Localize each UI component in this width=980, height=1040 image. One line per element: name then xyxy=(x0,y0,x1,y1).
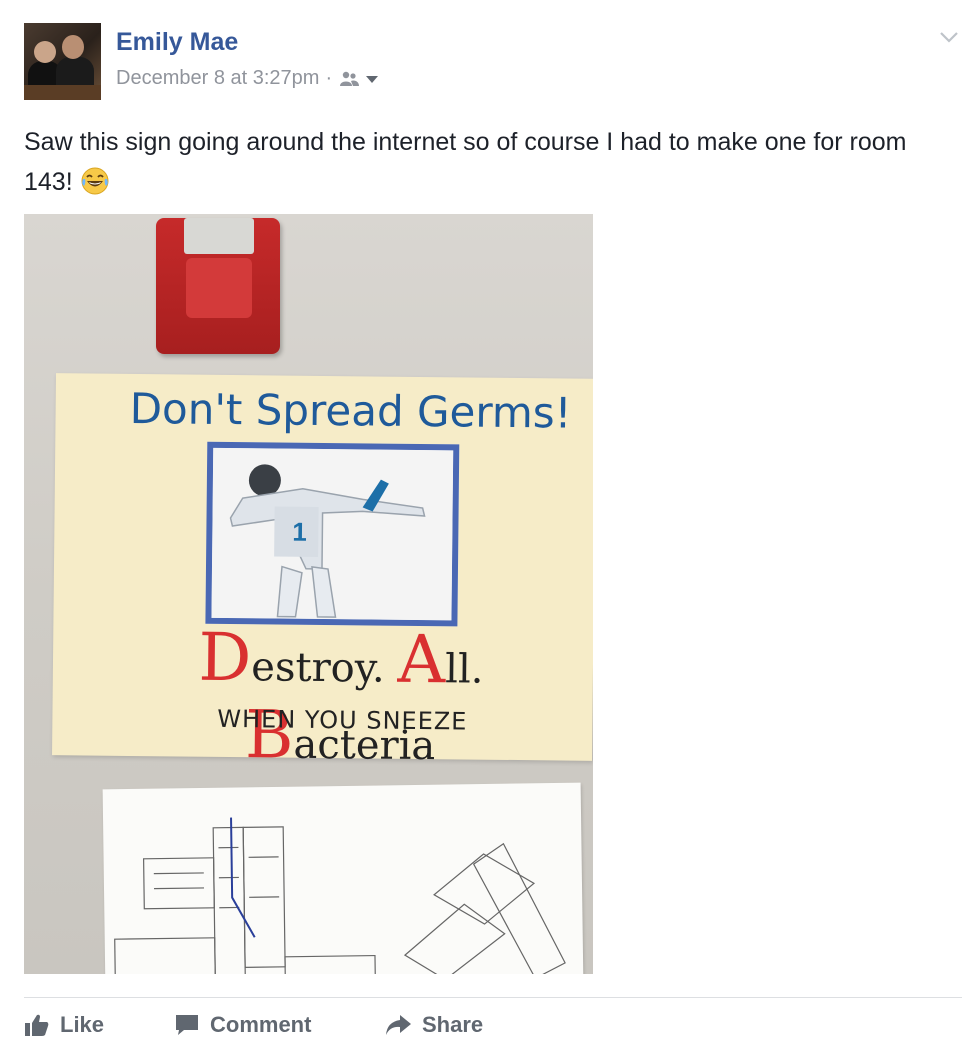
fire-alarm-lens xyxy=(186,258,252,318)
destroy-letter-d: D xyxy=(198,618,252,697)
post-options-chevron-icon[interactable] xyxy=(938,28,960,46)
laughing-tears-emoji-icon xyxy=(81,167,109,195)
all-letter-a: A xyxy=(397,620,446,699)
author-avatar[interactable] xyxy=(24,23,101,100)
post-body: Saw this sign going around the internet … xyxy=(24,122,944,202)
post-meta: December 8 at 3:27pm · xyxy=(116,67,379,90)
avatar-person-right-head xyxy=(62,35,84,59)
avatar-person-left-head xyxy=(34,41,56,63)
friends-audience-icon xyxy=(340,71,360,86)
floor-plan-map xyxy=(102,782,584,974)
fire-alarm-plate xyxy=(184,218,254,254)
svg-text:1: 1 xyxy=(292,517,307,547)
comment-button[interactable]: Comment xyxy=(174,1012,311,1038)
floor-plan-drawing xyxy=(114,817,566,974)
avatar-background xyxy=(24,85,101,100)
thumbs-up-icon xyxy=(25,1014,49,1036)
poster-title: Don't Spread Germs! xyxy=(129,383,572,438)
audience-selector[interactable] xyxy=(338,71,379,87)
poster-destroy-all-bacteria: Destroy. All. Bacteria xyxy=(100,618,582,777)
germs-poster: Don't Spread Germs! 1 Destroy. All. Bact… xyxy=(52,373,593,774)
all-word-rest: ll. xyxy=(444,646,484,693)
destroy-word-rest: estroy. xyxy=(251,644,386,692)
actions-divider xyxy=(24,997,962,998)
like-button[interactable]: Like xyxy=(24,1012,104,1038)
poster-football-player-picture: 1 xyxy=(205,441,460,627)
chevron-down-icon xyxy=(366,75,379,83)
fire-alarm xyxy=(156,218,280,354)
share-label: Share xyxy=(422,1012,484,1037)
share-arrow-icon xyxy=(386,1015,411,1035)
author-name-link[interactable]: Emily Mae xyxy=(116,28,238,57)
like-label: Like xyxy=(60,1012,105,1037)
share-button[interactable]: Share xyxy=(384,1012,483,1038)
comment-label: Comment xyxy=(210,1012,312,1037)
post-text: Saw this sign going around the internet … xyxy=(24,128,907,196)
meta-separator: · xyxy=(325,67,333,89)
comment-bubble-icon xyxy=(176,1015,198,1035)
dabbing-player-illustration: 1 xyxy=(211,447,454,621)
poster-when-you-sneeze: WHEN YOU SNEEZE xyxy=(217,704,468,736)
post-timestamp-link[interactable]: December 8 at 3:27pm xyxy=(116,67,319,90)
post-photo[interactable]: Don't Spread Germs! 1 Destroy. All. Bact… xyxy=(24,214,593,974)
